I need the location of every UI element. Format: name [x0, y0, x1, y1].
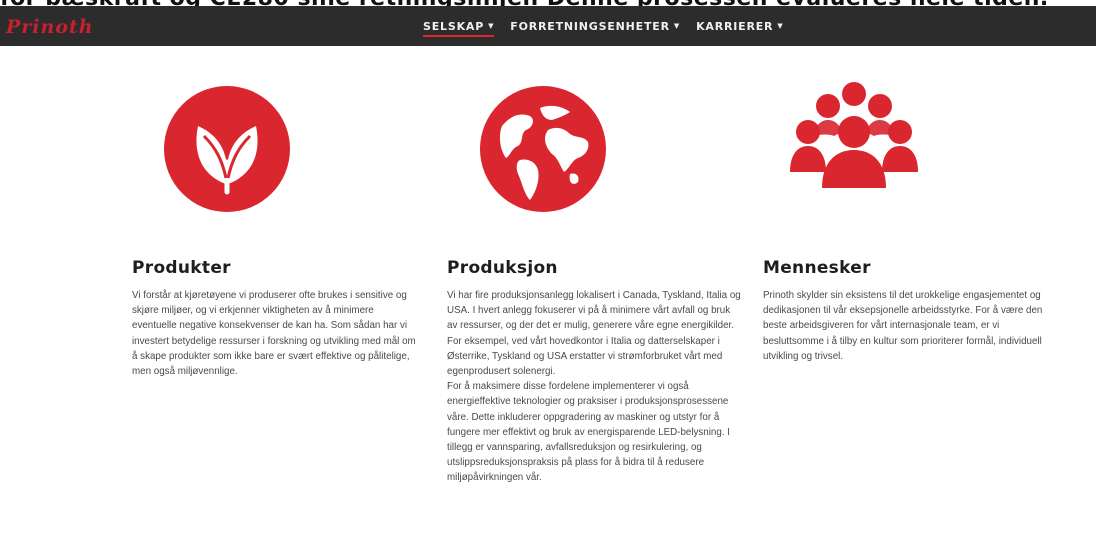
feature-title: Mennesker [763, 258, 871, 278]
feature-text-continued: For å maksimere disse fordelene implemen… [447, 381, 730, 484]
prinoth-logo[interactable]: Prinoth [6, 16, 94, 38]
feature-title: Produksjon [447, 258, 558, 278]
feature-produksjon: Produksjon Vi har fire produksjonsanlegg… [447, 258, 742, 486]
feature-produkter: Produkter Vi forstår at kjøretøyene vi p… [132, 258, 417, 379]
feature-text: Vi forstår at kjøretøyene vi produserer … [132, 290, 416, 378]
feature-text: Vi har fire produksjonsanlegg lokalisert… [447, 290, 741, 378]
nav-item-forretningsenheter[interactable]: FORRETNINGSENHETER ▼ [510, 6, 680, 46]
feature-mennesker: Mennesker Prinoth skylder sin eksistens … [763, 258, 1048, 364]
nav-item-selskap[interactable]: SELSKAP ▼ [423, 6, 495, 46]
people-group-icon [786, 80, 922, 206]
chevron-down-icon: ▼ [673, 22, 681, 30]
nav-item-karrierer[interactable]: KARRIERER ▼ [696, 6, 783, 46]
nav-item-label: SELSKAP [423, 19, 485, 33]
feature-text: Prinoth skylder sin eksistens til det ur… [763, 290, 1043, 362]
leaf-icon [164, 86, 290, 212]
top-navbar: Prinoth SELSKAP ▼ FORRETNINGSENHETER ▼ K… [0, 6, 1096, 46]
feature-title: Produkter [132, 258, 231, 278]
nav-item-label: FORRETNINGSENHETER [510, 19, 670, 33]
globe-icon [480, 86, 606, 212]
nav-item-label: KARRIERER [696, 19, 774, 33]
chevron-down-icon: ▼ [488, 22, 495, 30]
main-nav: SELSKAP ▼ FORRETNINGSENHETER ▼ KARRIERER… [423, 6, 784, 46]
chevron-down-icon: ▼ [777, 22, 784, 30]
